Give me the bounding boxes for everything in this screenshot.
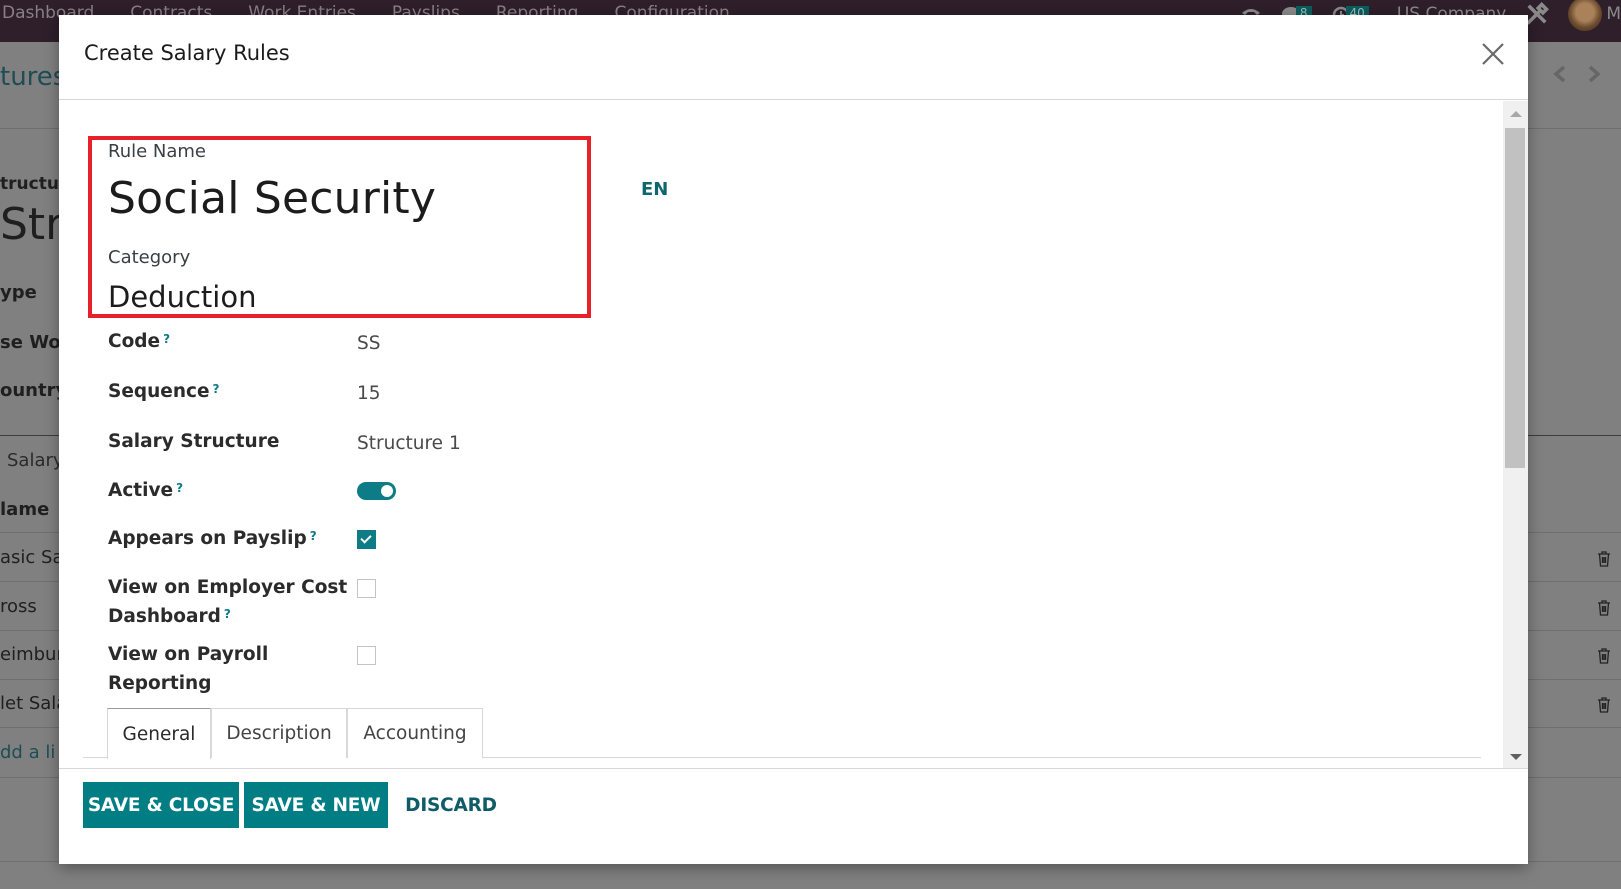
trash-icon[interactable] bbox=[1597, 696, 1611, 713]
breadcrumb[interactable]: tures bbox=[0, 62, 66, 92]
bg-row-4[interactable]: let Sala bbox=[0, 693, 67, 714]
dialog-title: Create Salary Rules bbox=[84, 41, 290, 65]
code-input[interactable]: SS bbox=[357, 333, 381, 354]
payroll-reporting-label-line2: Reporting bbox=[108, 673, 212, 694]
help-tooltip-icon[interactable]: ? bbox=[224, 607, 231, 621]
trash-icon[interactable] bbox=[1597, 647, 1611, 664]
bg-row-2[interactable]: ross bbox=[0, 596, 37, 617]
category-select[interactable]: Deduction bbox=[108, 280, 256, 314]
trash-icon[interactable] bbox=[1597, 599, 1611, 616]
dialog-scrollbar[interactable] bbox=[1503, 101, 1528, 768]
appears-on-payslip-label-text: Appears on Payslip bbox=[108, 528, 307, 549]
discard-button[interactable]: DISCARD bbox=[395, 782, 507, 828]
scroll-thumb[interactable] bbox=[1505, 128, 1525, 468]
pager-prev-icon[interactable] bbox=[1551, 64, 1569, 84]
dialog-footer: SAVE & CLOSE SAVE & NEW DISCARD bbox=[59, 768, 1528, 864]
code-label-text: Code bbox=[108, 331, 161, 352]
sequence-label-text: Sequence bbox=[108, 381, 210, 402]
scroll-down-arrow-icon[interactable] bbox=[1510, 754, 1522, 760]
help-tooltip-icon[interactable]: ? bbox=[163, 332, 170, 346]
rule-name-input[interactable]: Social Security bbox=[108, 173, 436, 224]
create-salary-rule-dialog: Create Salary Rules Rule Name Social Sec… bbox=[59, 15, 1528, 864]
sequence-input[interactable]: 15 bbox=[357, 383, 381, 404]
employer-cost-checkbox[interactable] bbox=[357, 579, 376, 598]
bg-add-line[interactable]: dd a li bbox=[0, 742, 55, 763]
help-tooltip-icon[interactable]: ? bbox=[176, 481, 183, 495]
structure-label: tructur bbox=[0, 174, 68, 194]
scroll-up-arrow-icon[interactable] bbox=[1510, 111, 1522, 117]
help-tooltip-icon[interactable]: ? bbox=[213, 382, 220, 396]
employer-cost-label-line1: View on Employer Cost bbox=[108, 577, 348, 598]
code-label: Code? bbox=[108, 327, 170, 356]
dialog-body: Rule Name Social Security EN Category De… bbox=[59, 101, 1528, 768]
save-new-button[interactable]: SAVE & NEW bbox=[244, 782, 388, 828]
appears-on-payslip-label: Appears on Payslip? bbox=[108, 524, 317, 553]
trash-icon[interactable] bbox=[1597, 550, 1611, 567]
notebook-tabs: General Description Accounting bbox=[83, 708, 1481, 759]
sequence-label: Sequence? bbox=[108, 377, 219, 406]
tab-description[interactable]: Description bbox=[211, 708, 347, 758]
active-label-text: Active bbox=[108, 480, 174, 501]
category-label: Category bbox=[108, 247, 191, 268]
save-close-button[interactable]: SAVE & CLOSE bbox=[83, 782, 239, 828]
bg-field-country: ountry bbox=[0, 380, 68, 401]
tab-general[interactable]: General bbox=[107, 708, 211, 759]
active-toggle[interactable] bbox=[357, 482, 396, 500]
bg-tab-salary[interactable]: Salary bbox=[7, 450, 64, 471]
close-icon[interactable] bbox=[1480, 41, 1506, 67]
pager-next-icon[interactable] bbox=[1585, 64, 1603, 84]
active-label: Active? bbox=[108, 476, 183, 505]
user-avatar[interactable] bbox=[1568, 0, 1603, 31]
employer-cost-label: View on Employer Cost Dashboard? bbox=[108, 573, 347, 631]
help-tooltip-icon[interactable]: ? bbox=[310, 529, 317, 543]
bg-field-type: ype bbox=[0, 282, 37, 303]
bg-row-3[interactable]: eimbur bbox=[0, 644, 64, 665]
bg-row-1[interactable]: asic Sa bbox=[0, 547, 63, 568]
employer-cost-label-line2: Dashboard bbox=[108, 606, 221, 627]
payroll-reporting-label: View on Payroll Reporting bbox=[108, 640, 268, 698]
dialog-header: Create Salary Rules bbox=[59, 15, 1528, 100]
payroll-reporting-label-line1: View on Payroll bbox=[108, 644, 269, 665]
toggle-knob bbox=[381, 485, 393, 497]
rule-name-label: Rule Name bbox=[108, 141, 207, 162]
language-button[interactable]: EN bbox=[641, 179, 668, 200]
appears-on-payslip-checkbox[interactable] bbox=[357, 530, 376, 549]
bg-column-name: lame bbox=[0, 499, 50, 520]
salary-structure-select[interactable]: Structure 1 bbox=[357, 433, 461, 454]
payroll-reporting-checkbox[interactable] bbox=[357, 646, 376, 665]
user-name-initial[interactable]: M bbox=[1606, 4, 1621, 24]
salary-structure-label: Salary Structure bbox=[108, 431, 280, 452]
tab-accounting[interactable]: Accounting bbox=[347, 708, 483, 758]
tools-icon[interactable] bbox=[1524, 1, 1550, 27]
